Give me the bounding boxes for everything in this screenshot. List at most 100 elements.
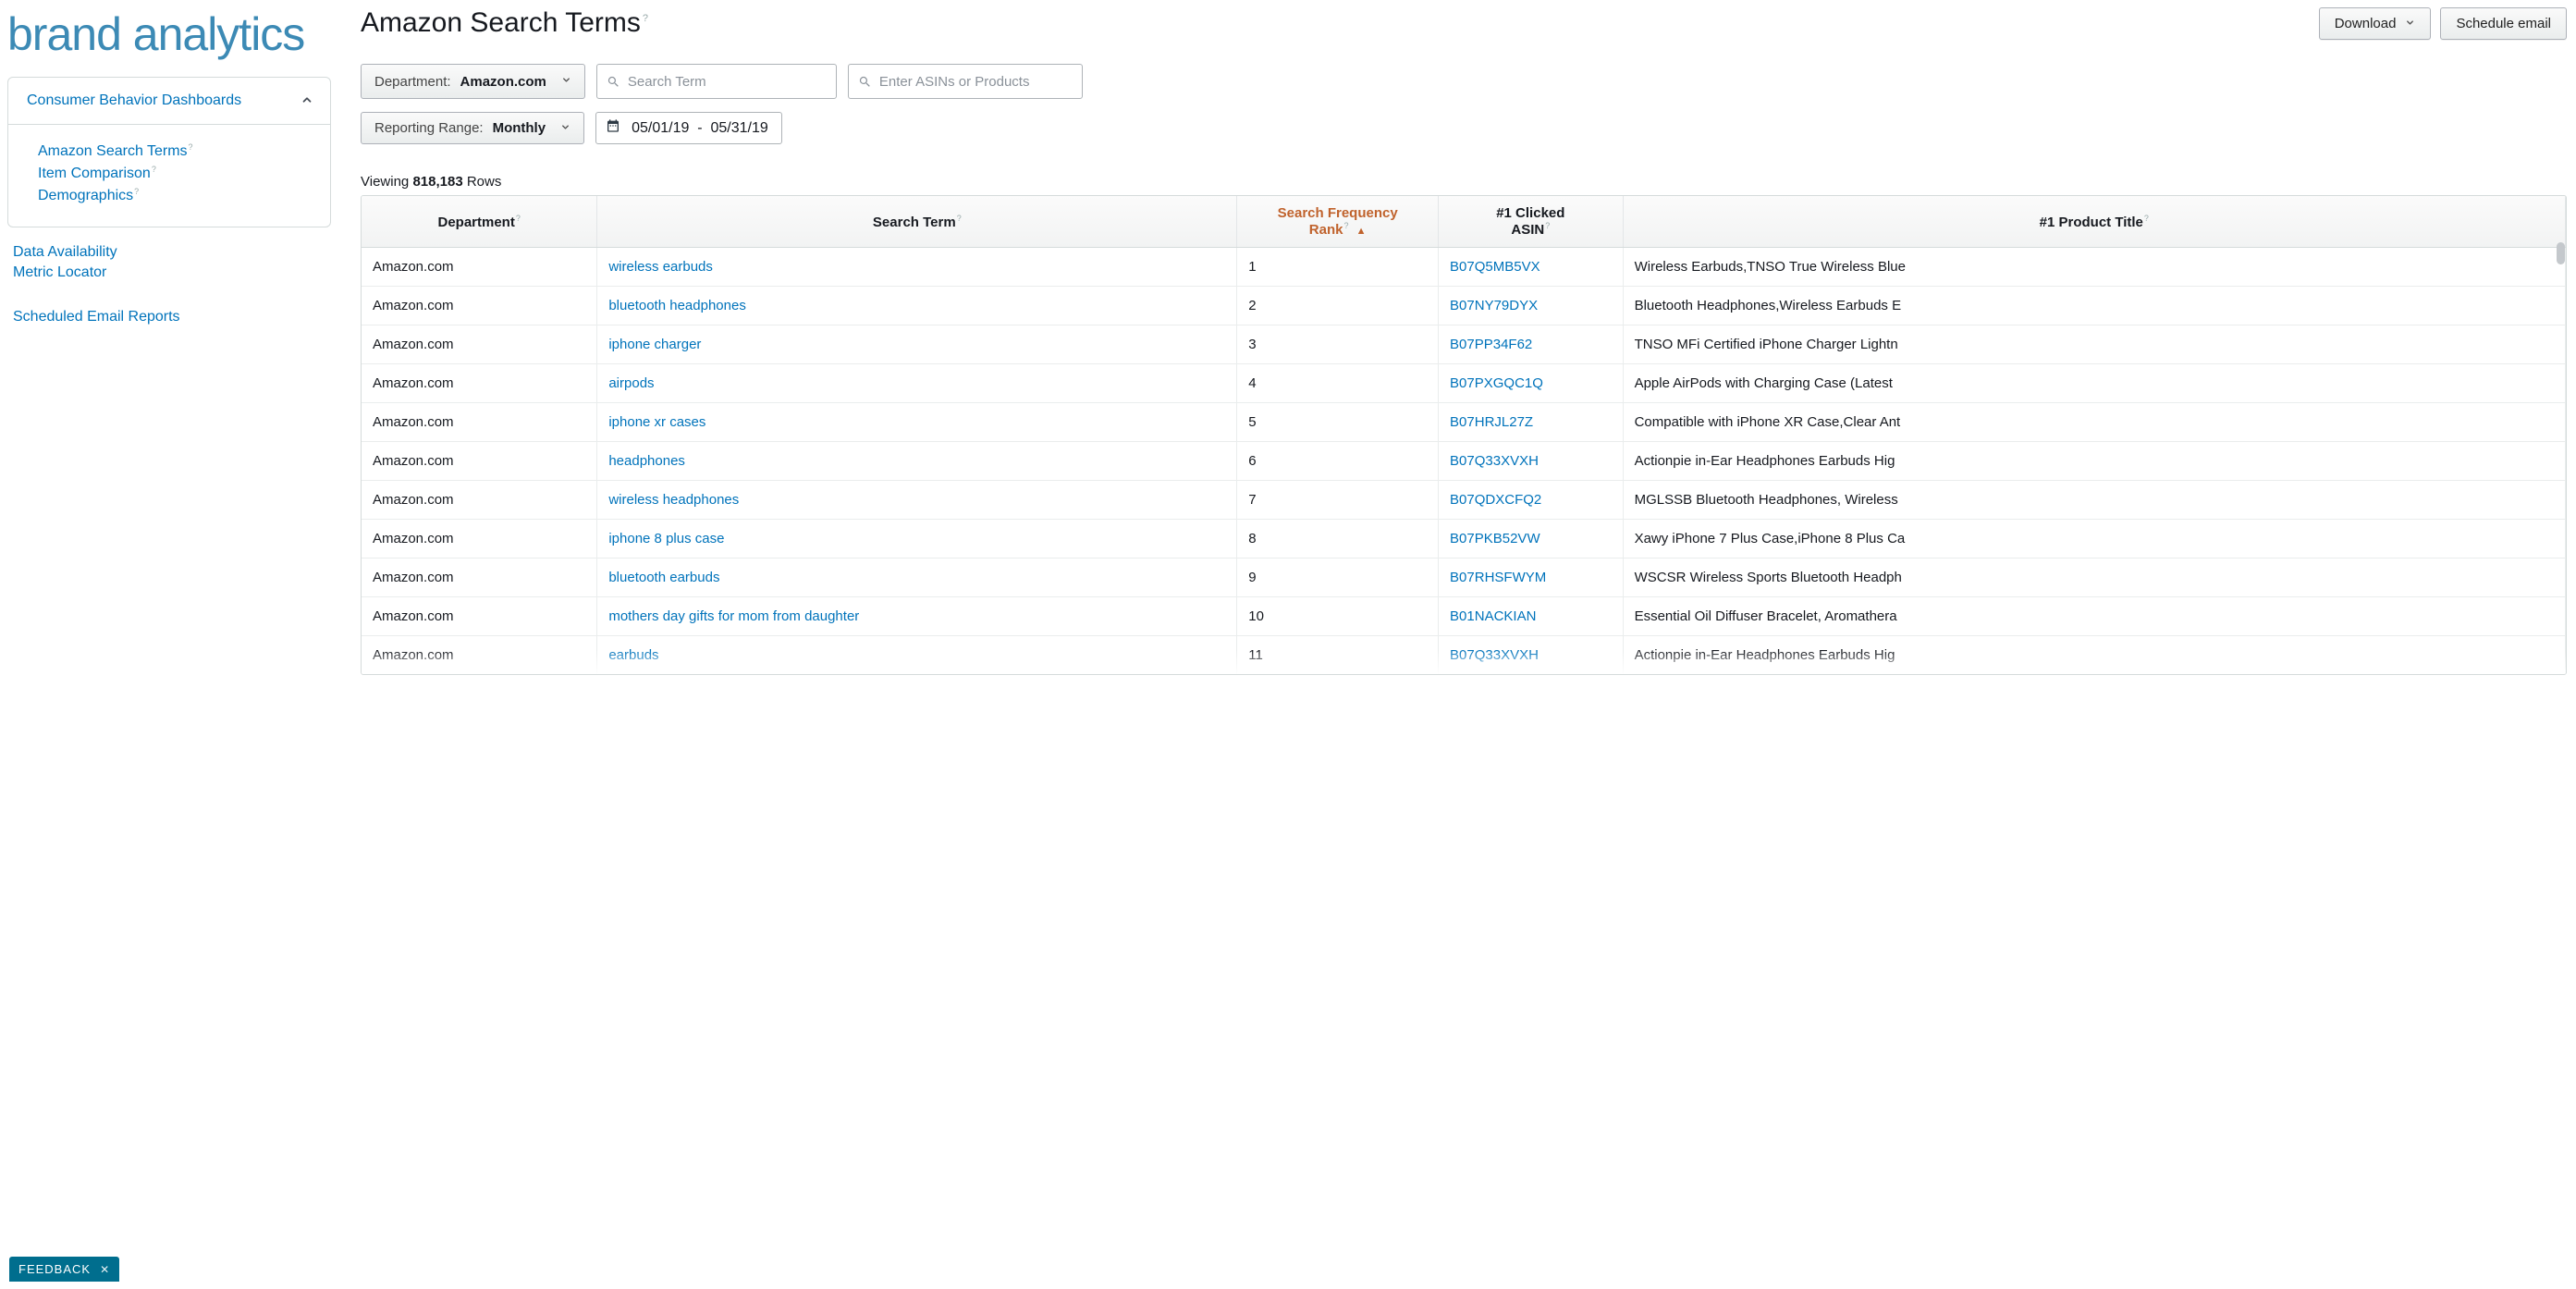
filter-row-1: Department: Amazon.com bbox=[361, 64, 2567, 99]
chevron-down-icon bbox=[2405, 18, 2415, 31]
cell-rank: 11 bbox=[1237, 636, 1439, 675]
sidebar-item-amazon-search-terms[interactable]: Amazon Search Terms bbox=[38, 143, 312, 160]
asin-search-box[interactable] bbox=[848, 64, 1083, 99]
cell-dept: Amazon.com bbox=[362, 597, 597, 636]
cell-asin: B07Q33XVXH bbox=[1439, 442, 1624, 481]
chevron-down-icon bbox=[561, 75, 571, 88]
department-dropdown[interactable]: Department: Amazon.com bbox=[361, 64, 585, 99]
date-to: 05/31/19 bbox=[710, 120, 767, 136]
cell-title: Actionpie in-Ear Headphones Earbuds Hig bbox=[1623, 636, 2565, 675]
nav-section-toggle[interactable]: Consumer Behavior Dashboards bbox=[8, 78, 330, 124]
sidebar-link-data-availability[interactable]: Data Availability bbox=[13, 244, 331, 261]
col-header-asin[interactable]: #1 ClickedASIN? bbox=[1439, 196, 1624, 248]
row-count-text: Viewing 818,183 Rows bbox=[361, 174, 2567, 190]
cell-asin: B07HRJL27Z bbox=[1439, 403, 1624, 442]
cell-title: Xawy iPhone 7 Plus Case,iPhone 8 Plus Ca bbox=[1623, 520, 2565, 559]
cell-term: wireless headphones bbox=[597, 481, 1237, 520]
cell-asin: B07Q33XVXH bbox=[1439, 636, 1624, 675]
date-range-picker[interactable]: 05/01/19 - 05/31/19 bbox=[595, 112, 782, 144]
sidebar-links: Data Availability Metric Locator Scheduled… bbox=[7, 244, 331, 325]
search-term-link[interactable]: earbuds bbox=[608, 647, 658, 663]
search-term-box[interactable] bbox=[596, 64, 837, 99]
scrollbar-thumb[interactable] bbox=[2557, 242, 2565, 264]
viewing-prefix: Viewing bbox=[361, 174, 412, 190]
asin-link[interactable]: B07NY79DYX bbox=[1450, 298, 1538, 313]
download-button[interactable]: Download bbox=[2319, 7, 2432, 40]
search-term-link[interactable]: headphones bbox=[608, 453, 685, 469]
department-value: Amazon.com bbox=[460, 74, 546, 90]
col-header-title[interactable]: #1 Product Title? bbox=[1623, 196, 2565, 248]
asin-link[interactable]: B01NACKIAN bbox=[1450, 608, 1536, 624]
search-term-link[interactable]: bluetooth earbuds bbox=[608, 570, 719, 585]
search-term-link[interactable]: bluetooth headphones bbox=[608, 298, 745, 313]
main-content: Amazon Search Terms? Download Schedule e… bbox=[338, 0, 2576, 1289]
search-term-link[interactable]: mothers day gifts for mom from daughter bbox=[608, 608, 859, 624]
table-header-row: Department?Search Term?Search FrequencyR… bbox=[362, 196, 2566, 248]
search-term-link[interactable]: iphone xr cases bbox=[608, 414, 705, 430]
col-header-dept[interactable]: Department? bbox=[362, 196, 597, 248]
schedule-email-label: Schedule email bbox=[2456, 16, 2551, 31]
cell-dept: Amazon.com bbox=[362, 364, 597, 403]
cell-dept: Amazon.com bbox=[362, 403, 597, 442]
asin-link[interactable]: B07PP34F62 bbox=[1450, 337, 1532, 352]
asin-link[interactable]: B07HRJL27Z bbox=[1450, 414, 1533, 430]
sidebar: brand analytics Consumer Behavior Dashbo… bbox=[0, 0, 338, 1289]
search-term-link[interactable]: iphone charger bbox=[608, 337, 701, 352]
cell-asin: B07RHSFWYM bbox=[1439, 559, 1624, 597]
nav-items: Amazon Search Terms Item Comparison Demogr… bbox=[8, 124, 330, 227]
search-term-input[interactable] bbox=[628, 74, 827, 90]
asin-link[interactable]: B07RHSFWYM bbox=[1450, 570, 1546, 585]
table-row: Amazon.com mothers day gifts for mom from… bbox=[362, 597, 2566, 636]
chevron-down-icon bbox=[560, 122, 570, 135]
asin-link[interactable]: B07PXGQC1Q bbox=[1450, 375, 1543, 391]
asin-link[interactable]: B07Q33XVXH bbox=[1450, 453, 1539, 469]
cell-rank: 2 bbox=[1237, 287, 1439, 325]
vertical-scrollbar[interactable] bbox=[2557, 242, 2565, 672]
close-icon[interactable]: ✕ bbox=[100, 1263, 110, 1276]
cell-dept: Amazon.com bbox=[362, 442, 597, 481]
reporting-range-dropdown[interactable]: Reporting Range: Monthly bbox=[361, 112, 584, 144]
search-term-link[interactable]: iphone 8 plus case bbox=[608, 531, 724, 546]
cell-dept: Amazon.com bbox=[362, 636, 597, 675]
table-body: Amazon.comwireless earbuds1B07Q5MB5VXWir… bbox=[362, 248, 2566, 675]
department-lead: Department: bbox=[374, 74, 451, 90]
table-row: Amazon.comwireless earbuds1B07Q5MB5VXWir… bbox=[362, 248, 2566, 287]
help-icon[interactable]: ? bbox=[643, 13, 648, 24]
table-row: Amazon.com earbuds 11 B07Q33XVXH Actionpie i… bbox=[362, 636, 2566, 675]
search-term-link[interactable]: wireless earbuds bbox=[608, 259, 713, 275]
asin-input[interactable] bbox=[879, 74, 1073, 90]
cell-asin: B07PKB52VW bbox=[1439, 520, 1624, 559]
cell-rank: 3 bbox=[1237, 325, 1439, 364]
cell-dept: Amazon.com bbox=[362, 287, 597, 325]
col-header-term[interactable]: Search Term? bbox=[597, 196, 1237, 248]
search-term-link[interactable]: airpods bbox=[608, 375, 654, 391]
cell-dept: Amazon.com bbox=[362, 481, 597, 520]
cell-rank: 7 bbox=[1237, 481, 1439, 520]
sidebar-item-demographics[interactable]: Demographics bbox=[38, 188, 312, 204]
cell-title: Bluetooth Headphones,Wireless Earbuds E bbox=[1623, 287, 2565, 325]
cell-term: iphone xr cases bbox=[597, 403, 1237, 442]
header-actions: Download Schedule email bbox=[2319, 7, 2567, 40]
schedule-email-button[interactable]: Schedule email bbox=[2440, 7, 2567, 40]
feedback-button[interactable]: FEEDBACK ✕ bbox=[9, 1257, 119, 1282]
asin-link[interactable]: B07Q5MB5VX bbox=[1450, 259, 1540, 275]
asin-link[interactable]: B07QDXCFQ2 bbox=[1450, 492, 1541, 508]
cell-title: MGLSSB Bluetooth Headphones, Wireless bbox=[1623, 481, 2565, 520]
range-lead: Reporting Range: bbox=[374, 120, 484, 136]
cell-asin: B07PP34F62 bbox=[1439, 325, 1624, 364]
asin-link[interactable]: B07PKB52VW bbox=[1450, 531, 1540, 546]
asin-link[interactable]: B07Q33XVXH bbox=[1450, 647, 1539, 663]
table-row: Amazon.combluetooth earbuds9B07RHSFWYMWS… bbox=[362, 559, 2566, 597]
nav-section: Consumer Behavior Dashboards Amazon Sear… bbox=[7, 77, 331, 227]
table-scroll[interactable]: Department?Search Term?Search FrequencyR… bbox=[362, 196, 2566, 674]
cell-title: Compatible with iPhone XR Case,Clear Ant bbox=[1623, 403, 2565, 442]
cell-term: iphone 8 plus case bbox=[597, 520, 1237, 559]
cell-title: Actionpie in-Ear Headphones Earbuds Hig bbox=[1623, 442, 2565, 481]
search-term-link[interactable]: wireless headphones bbox=[608, 492, 739, 508]
sidebar-item-item-comparison[interactable]: Item Comparison bbox=[38, 166, 312, 182]
results-table-wrap: Department?Search Term?Search FrequencyR… bbox=[361, 195, 2567, 675]
sidebar-link-metric-locator[interactable]: Metric Locator bbox=[13, 264, 331, 281]
results-table: Department?Search Term?Search FrequencyR… bbox=[362, 196, 2566, 674]
sidebar-link-scheduled-email-reports[interactable]: Scheduled Email Reports bbox=[13, 309, 331, 325]
col-header-rank[interactable]: Search FrequencyRank? ▲ bbox=[1237, 196, 1439, 248]
